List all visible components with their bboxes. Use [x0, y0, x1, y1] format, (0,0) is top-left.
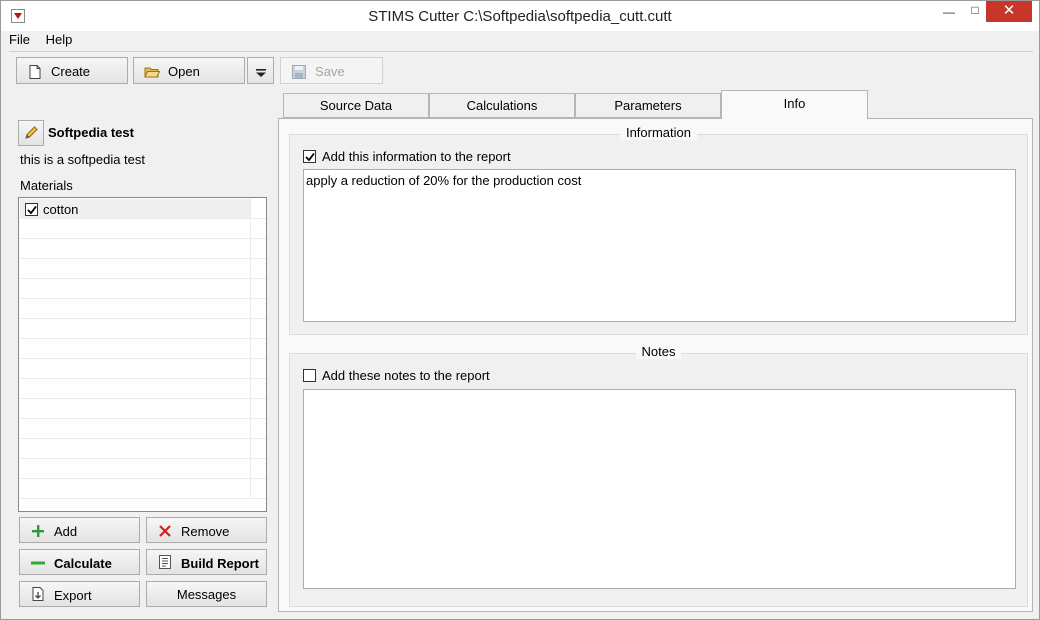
list-row-empty — [20, 339, 250, 359]
close-x-icon — [157, 523, 173, 539]
list-cell — [250, 379, 266, 399]
list-item[interactable]: cotton — [20, 199, 250, 219]
list-cell — [250, 199, 266, 219]
list-cell — [250, 459, 266, 479]
create-button[interactable]: Create — [16, 57, 128, 84]
save-button[interactable]: Save — [280, 57, 383, 84]
list-cell — [250, 279, 266, 299]
messages-label: Messages — [176, 587, 237, 602]
plus-icon — [30, 523, 46, 539]
window-title: STIMS Cutter C:\Softpedia\softpedia_cutt… — [368, 8, 672, 25]
menu-divider — [9, 51, 1033, 52]
remove-label: Remove — [181, 524, 230, 539]
new-document-icon — [27, 64, 43, 80]
folder-open-icon — [144, 64, 161, 80]
add-notes-label[interactable]: Add these notes to the report — [322, 368, 490, 383]
information-textarea[interactable]: apply a reduction of 20% for the product… — [303, 169, 1016, 322]
calculate-bar-icon — [30, 555, 46, 571]
export-icon — [30, 586, 46, 602]
list-row-empty — [20, 439, 250, 459]
save-disk-icon — [291, 64, 307, 80]
add-information-checkbox[interactable] — [303, 150, 316, 163]
create-label: Create — [51, 64, 91, 79]
open-button[interactable]: Open — [133, 57, 245, 84]
dropdown-icon — [255, 66, 267, 81]
list-row-empty — [20, 259, 250, 279]
add-notes-checkbox[interactable] — [303, 369, 316, 382]
list-cell — [250, 239, 266, 259]
save-label: Save — [315, 64, 345, 79]
list-cell — [250, 399, 266, 419]
pencil-icon — [23, 125, 39, 144]
title-bar: STIMS Cutter C:\Softpedia\softpedia_cutt… — [1, 1, 1039, 31]
list-row-empty — [20, 379, 250, 399]
list-cell — [250, 219, 266, 239]
export-label: Export — [54, 588, 92, 603]
list-row-empty — [20, 419, 250, 439]
edit-project-button[interactable] — [18, 120, 44, 146]
messages-button[interactable]: Messages — [146, 581, 267, 607]
list-row-empty — [20, 399, 250, 419]
close-button[interactable]: ✕ — [986, 1, 1032, 22]
list-row-empty — [20, 299, 250, 319]
list-cell — [250, 439, 266, 459]
calculate-label: Calculate — [54, 556, 112, 571]
materials-label: Materials — [20, 178, 73, 193]
list-cell — [250, 299, 266, 319]
tab-calculations[interactable]: Calculations — [429, 93, 575, 118]
list-row-empty — [20, 359, 250, 379]
list-cell — [250, 339, 266, 359]
maximize-button[interactable]: □ — [963, 3, 987, 25]
info-tab-panel: Information Add this information to the … — [278, 118, 1033, 612]
tab-parameters[interactable]: Parameters — [575, 93, 721, 118]
information-title-wrap: Information — [290, 125, 1027, 140]
notes-group: Notes Add these notes to the report — [289, 344, 1028, 607]
add-information-label[interactable]: Add this information to the report — [322, 149, 511, 164]
open-dropdown-button[interactable] — [247, 57, 274, 84]
information-title: Information — [619, 125, 698, 140]
project-name: Softpedia test — [48, 125, 134, 140]
export-button[interactable]: Export — [19, 581, 140, 607]
list-row-empty — [20, 219, 250, 239]
list-row-empty — [20, 459, 250, 479]
add-label: Add — [54, 524, 78, 539]
add-material-button[interactable]: Add — [19, 517, 140, 543]
materials-list[interactable]: cotton — [18, 197, 267, 512]
tab-source-data[interactable]: Source Data — [283, 93, 429, 118]
list-row-empty — [20, 479, 250, 499]
list-row-empty — [20, 279, 250, 299]
build-report-button[interactable]: Build Report — [146, 549, 267, 575]
list-cell — [250, 259, 266, 279]
material-checkbox[interactable] — [25, 203, 38, 216]
minimize-button[interactable]: — — [937, 5, 961, 27]
material-name: cotton — [43, 202, 79, 217]
list-cell — [250, 419, 266, 439]
app-window: STIMS Cutter C:\Softpedia\softpedia_cutt… — [0, 0, 1040, 620]
list-row-empty — [20, 239, 250, 259]
menu-help[interactable]: Help — [46, 32, 73, 47]
project-description: this is a softpedia test — [20, 152, 146, 167]
open-label: Open — [168, 64, 200, 79]
menu-bar: File Help — [9, 32, 84, 50]
notes-title: Notes — [635, 344, 682, 359]
report-document-icon — [157, 554, 173, 570]
list-cell — [250, 319, 266, 339]
notes-title-wrap: Notes — [290, 344, 1027, 359]
menu-file[interactable]: File — [9, 32, 30, 47]
notes-textarea[interactable] — [303, 389, 1016, 589]
remove-material-button[interactable]: Remove — [146, 517, 267, 543]
list-cell — [250, 479, 266, 499]
build-report-label: Build Report — [181, 556, 259, 571]
list-row-empty — [20, 319, 250, 339]
list-cell — [250, 359, 266, 379]
tab-info[interactable]: Info — [721, 90, 868, 119]
calculate-button[interactable]: Calculate — [19, 549, 140, 575]
information-group: Information Add this information to the … — [289, 125, 1028, 335]
